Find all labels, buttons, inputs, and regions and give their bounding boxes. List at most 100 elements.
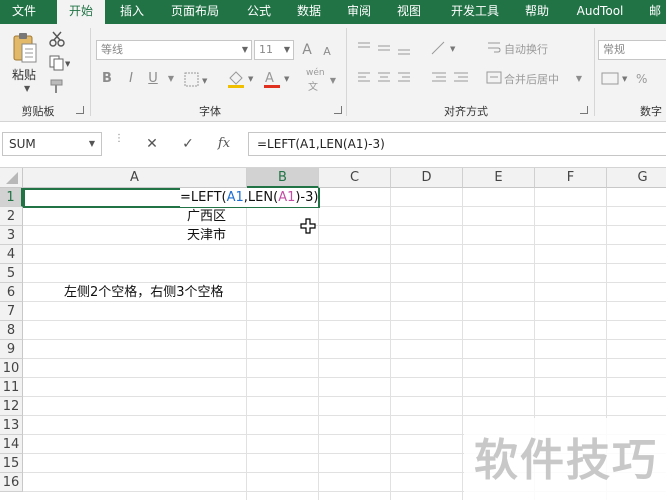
tab-file[interactable]: 文件 (0, 0, 48, 24)
gridline (23, 320, 666, 321)
row-header-14[interactable]: 14 (0, 435, 23, 454)
tab-home[interactable]: 开始 (57, 0, 105, 24)
group-divider (90, 28, 91, 116)
formula-part: )-3) (295, 190, 319, 205)
clipboard-group-label: 剪贴板 (21, 105, 55, 118)
select-all-corner[interactable] (0, 168, 23, 188)
column-header-c[interactable]: C (319, 168, 391, 188)
column-header-g[interactable]: G (607, 168, 666, 188)
confirm-edit-button[interactable]: ✓ (176, 134, 200, 154)
italic-button[interactable]: I (122, 70, 140, 88)
gridline (23, 339, 666, 340)
chevron-down-icon: ▼ (283, 45, 290, 54)
cancel-edit-button[interactable]: ✕ (140, 134, 164, 154)
merge-center-icon[interactable] (486, 70, 502, 86)
cell-a6[interactable]: 左侧2个空格，右侧3个空格 (64, 283, 224, 302)
tab-help[interactable]: 帮助 (514, 0, 560, 24)
formula-part: ,LEN( (243, 190, 279, 205)
wrap-text-button[interactable]: 自动换行 (504, 41, 548, 57)
number-format-icons[interactable]: ▼ % (600, 70, 666, 88)
fill-color-icon[interactable]: ▼ (226, 70, 256, 88)
orientation-icon[interactable]: ▼ (430, 40, 460, 56)
tab-audtool[interactable]: AudTool (566, 0, 634, 24)
horizontal-align-icons[interactable] (356, 70, 416, 86)
indent-icons[interactable] (430, 70, 474, 86)
column-header-e[interactable]: E (463, 168, 535, 188)
tab-view[interactable]: 视图 (386, 0, 432, 24)
copy-icon[interactable]: ▼ (48, 54, 71, 72)
border-icon[interactable]: ▼ (184, 72, 208, 88)
decrease-font-icon[interactable]: A (318, 43, 336, 61)
underline-button[interactable]: U (144, 70, 162, 88)
bold-button[interactable]: B (98, 70, 116, 88)
row-header-9[interactable]: 9 (0, 340, 23, 359)
cell-a3[interactable]: 天津市 (187, 226, 226, 245)
row-header-6[interactable]: 6 (0, 283, 23, 302)
tab-data[interactable]: 数据 (286, 0, 332, 24)
range-reference: A1 (278, 190, 296, 205)
formula-input[interactable]: =LEFT(A1,LEN(A1)-3) (248, 132, 666, 156)
clipboard-launcher-icon[interactable] (76, 106, 84, 114)
watermark-text: 软件技巧 (474, 435, 658, 486)
paste-button[interactable]: 粘贴 (12, 66, 36, 83)
row-header-1[interactable]: 1 (0, 188, 23, 207)
cell-a2[interactable]: 广西区 (187, 207, 226, 226)
row-header-12[interactable]: 12 (0, 397, 23, 416)
column-header-d[interactable]: D (391, 168, 463, 188)
format-painter-icon[interactable] (48, 78, 66, 96)
range-reference: A1 (226, 190, 244, 205)
svg-text:▼: ▼ (622, 75, 628, 83)
font-size-box[interactable]: 11 ▼ (254, 40, 294, 60)
row-header-3[interactable]: 3 (0, 226, 23, 245)
chevron-down-icon[interactable]: ▼ (162, 70, 180, 88)
name-box-value: SUM (9, 137, 36, 151)
gridline (23, 396, 666, 397)
font-group-label: 字体 (199, 105, 221, 118)
watermark: 软件技巧 (464, 418, 666, 500)
cut-icon[interactable] (48, 30, 66, 48)
phonetic-guide-button[interactable]: wén (306, 68, 325, 78)
chevron-down-icon[interactable]: ▼ (324, 72, 342, 90)
column-header-f[interactable]: F (535, 168, 607, 188)
tab-mail[interactable]: 邮 (644, 0, 666, 24)
gridline (23, 358, 666, 359)
gridline (23, 263, 666, 264)
name-box[interactable]: SUM ▼ (2, 132, 102, 156)
font-color-icon[interactable]: A ▼ (262, 70, 292, 88)
tab-developer[interactable]: 开发工具 (440, 0, 510, 24)
row-header-11[interactable]: 11 (0, 378, 23, 397)
row-header-13[interactable]: 13 (0, 416, 23, 435)
formula-bar: SUM ▼ ⋮ ✕ ✓ fx =LEFT(A1,LEN(A1)-3) (0, 122, 666, 168)
row-header-15[interactable]: 15 (0, 454, 23, 473)
row-header-4[interactable]: 4 (0, 245, 23, 264)
font-launcher-icon[interactable] (334, 106, 342, 114)
chevron-down-icon: ▼ (241, 45, 248, 54)
chevron-down-icon[interactable]: ▼ (570, 70, 588, 88)
tab-review[interactable]: 审阅 (336, 0, 382, 24)
paste-icon[interactable] (10, 30, 40, 66)
tab-page-layout[interactable]: 页面布局 (160, 0, 230, 24)
wrap-text-icon[interactable] (486, 40, 502, 56)
row-header-16[interactable]: 16 (0, 473, 23, 492)
gridline (23, 225, 666, 226)
tab-insert[interactable]: 插入 (108, 0, 156, 24)
cell-a1-editing[interactable]: =LEFT(A1,LEN(A1)-3) (180, 188, 319, 207)
column-header-b[interactable]: B (247, 168, 319, 188)
column-header-a[interactable]: A (23, 168, 247, 188)
tab-formulas[interactable]: 公式 (236, 0, 282, 24)
number-format-box[interactable]: 常规 (598, 40, 666, 60)
svg-text:▼: ▼ (248, 75, 254, 83)
insert-function-button[interactable]: fx (212, 134, 236, 154)
row-header-7[interactable]: 7 (0, 302, 23, 321)
vertical-align-icons[interactable] (356, 40, 416, 56)
merge-center-button[interactable]: 合并后居中 (504, 71, 559, 87)
font-name-box[interactable]: 等线 ▼ (96, 40, 252, 60)
chevron-down-icon: ▼ (88, 139, 95, 148)
paste-dropdown-icon[interactable]: ▼ (24, 84, 30, 93)
row-header-2[interactable]: 2 (0, 207, 23, 226)
row-header-10[interactable]: 10 (0, 359, 23, 378)
increase-font-icon[interactable]: A (298, 41, 316, 59)
alignment-launcher-icon[interactable] (580, 106, 588, 114)
row-header-5[interactable]: 5 (0, 264, 23, 283)
row-header-8[interactable]: 8 (0, 321, 23, 340)
